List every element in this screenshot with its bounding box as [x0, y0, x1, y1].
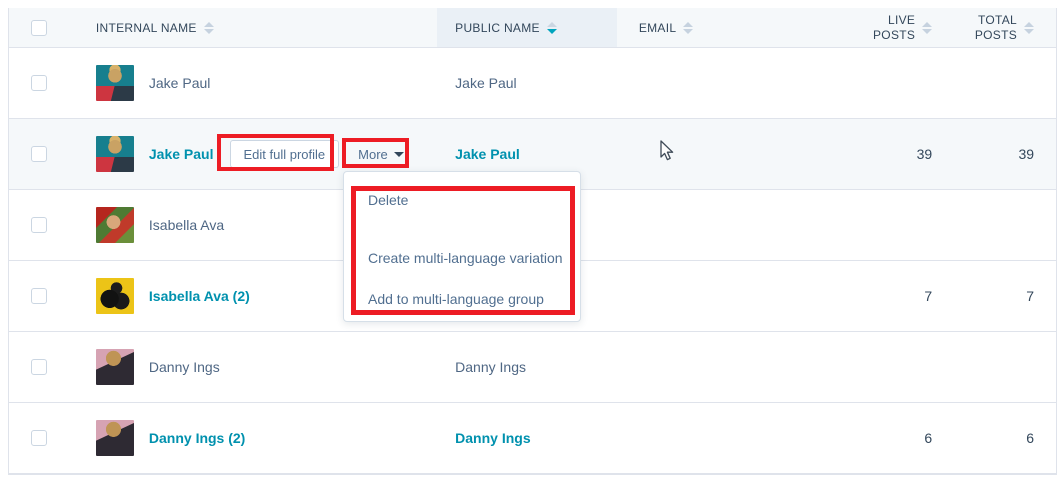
more-label: More	[358, 147, 388, 162]
author-avatar	[96, 136, 134, 172]
table-row: Danny Ings (2) Danny Ings 6 6	[9, 403, 1056, 474]
row-checkbox[interactable]	[31, 217, 47, 233]
column-header-label: TOTAL POSTS	[971, 13, 1017, 43]
live-posts-value: 39	[917, 146, 933, 162]
public-name-link[interactable]: Jake Paul	[455, 146, 520, 162]
select-all-cell	[9, 8, 81, 47]
internal-name-link[interactable]: Danny Ings (2)	[149, 430, 245, 446]
total-posts-cell: 7	[952, 288, 1056, 304]
live-posts-value: 6	[924, 430, 932, 446]
live-posts-cell: 39	[799, 146, 952, 162]
row-select-cell	[9, 430, 81, 446]
public-name-link[interactable]: Jake Paul	[455, 75, 516, 91]
table-header-row: INTERNAL NAME PUBLIC NAME EMAIL LIVE POS…	[9, 8, 1056, 48]
table-row: Danny Ings Danny Ings	[9, 332, 1056, 403]
row-checkbox[interactable]	[31, 288, 47, 304]
column-header-label: INTERNAL NAME	[96, 21, 197, 35]
row-checkbox[interactable]	[31, 430, 47, 446]
total-posts-value: 39	[1018, 146, 1034, 162]
edit-full-profile-button[interactable]: Edit full profile	[230, 140, 340, 168]
row-checkbox[interactable]	[31, 359, 47, 375]
public-name-cell: Danny Ings	[437, 430, 617, 446]
internal-name-cell: Danny Ings	[81, 349, 437, 385]
sort-icon-descending	[547, 22, 557, 34]
authors-table-page: INTERNAL NAME PUBLIC NAME EMAIL LIVE POS…	[0, 0, 1064, 483]
live-posts-value: 7	[924, 288, 932, 304]
internal-name-cell: Jake Paul Edit full profile More	[81, 136, 437, 172]
sort-icon	[683, 22, 693, 34]
menu-item-delete[interactable]: Delete	[368, 192, 408, 208]
internal-name-link[interactable]: Jake Paul	[149, 146, 214, 162]
menu-item-add-to-multi-language-group[interactable]: Add to multi-language group	[368, 291, 544, 307]
row-select-cell	[9, 146, 81, 162]
column-header-label: LIVE POSTS	[869, 13, 915, 43]
public-name-link[interactable]: Danny Ings	[455, 359, 526, 375]
more-dropdown-menu: Delete Create multi-language variation A…	[343, 171, 581, 322]
column-header-live-posts[interactable]: LIVE POSTS	[799, 8, 952, 47]
total-posts-value: 6	[1026, 430, 1034, 446]
row-checkbox[interactable]	[31, 146, 47, 162]
internal-name-cell: Jake Paul	[81, 65, 437, 101]
total-posts-cell: 39	[952, 146, 1056, 162]
total-posts-cell: 6	[952, 430, 1056, 446]
internal-name-link[interactable]: Isabella Ava	[149, 217, 224, 233]
public-name-link[interactable]: Danny Ings	[455, 430, 530, 446]
column-header-internal-name[interactable]: INTERNAL NAME	[81, 8, 437, 47]
column-header-public-name[interactable]: PUBLIC NAME	[437, 8, 617, 47]
row-checkbox[interactable]	[31, 75, 47, 91]
column-header-total-posts[interactable]: TOTAL POSTS	[952, 8, 1056, 47]
internal-name-link[interactable]: Jake Paul	[149, 75, 210, 91]
author-avatar	[96, 278, 134, 314]
author-avatar	[96, 207, 134, 243]
public-name-cell: Jake Paul	[437, 146, 617, 162]
select-all-checkbox[interactable]	[31, 20, 47, 36]
author-avatar	[96, 420, 134, 456]
sort-icon	[922, 22, 932, 34]
table-row: Jake Paul Jake Paul	[9, 48, 1056, 119]
sort-icon	[204, 22, 214, 34]
author-avatar	[96, 65, 134, 101]
total-posts-value: 7	[1026, 288, 1034, 304]
internal-name-cell: Danny Ings (2)	[81, 420, 437, 456]
live-posts-cell: 6	[799, 430, 952, 446]
chevron-down-icon	[394, 152, 404, 157]
row-select-cell	[9, 359, 81, 375]
column-header-label: PUBLIC NAME	[455, 21, 540, 35]
public-name-cell: Jake Paul	[437, 75, 617, 91]
live-posts-cell: 7	[799, 288, 952, 304]
more-dropdown-button[interactable]: More	[358, 147, 404, 162]
public-name-cell: Danny Ings	[437, 359, 617, 375]
author-avatar	[96, 349, 134, 385]
column-header-label: EMAIL	[639, 21, 677, 35]
row-select-cell	[9, 75, 81, 91]
internal-name-link[interactable]: Danny Ings	[149, 359, 220, 375]
row-select-cell	[9, 288, 81, 304]
internal-name-link[interactable]: Isabella Ava (2)	[149, 288, 250, 304]
sort-icon	[1024, 22, 1034, 34]
row-select-cell	[9, 217, 81, 233]
menu-item-create-multi-language-variation[interactable]: Create multi-language variation	[368, 250, 563, 266]
column-header-email[interactable]: EMAIL	[617, 8, 800, 47]
